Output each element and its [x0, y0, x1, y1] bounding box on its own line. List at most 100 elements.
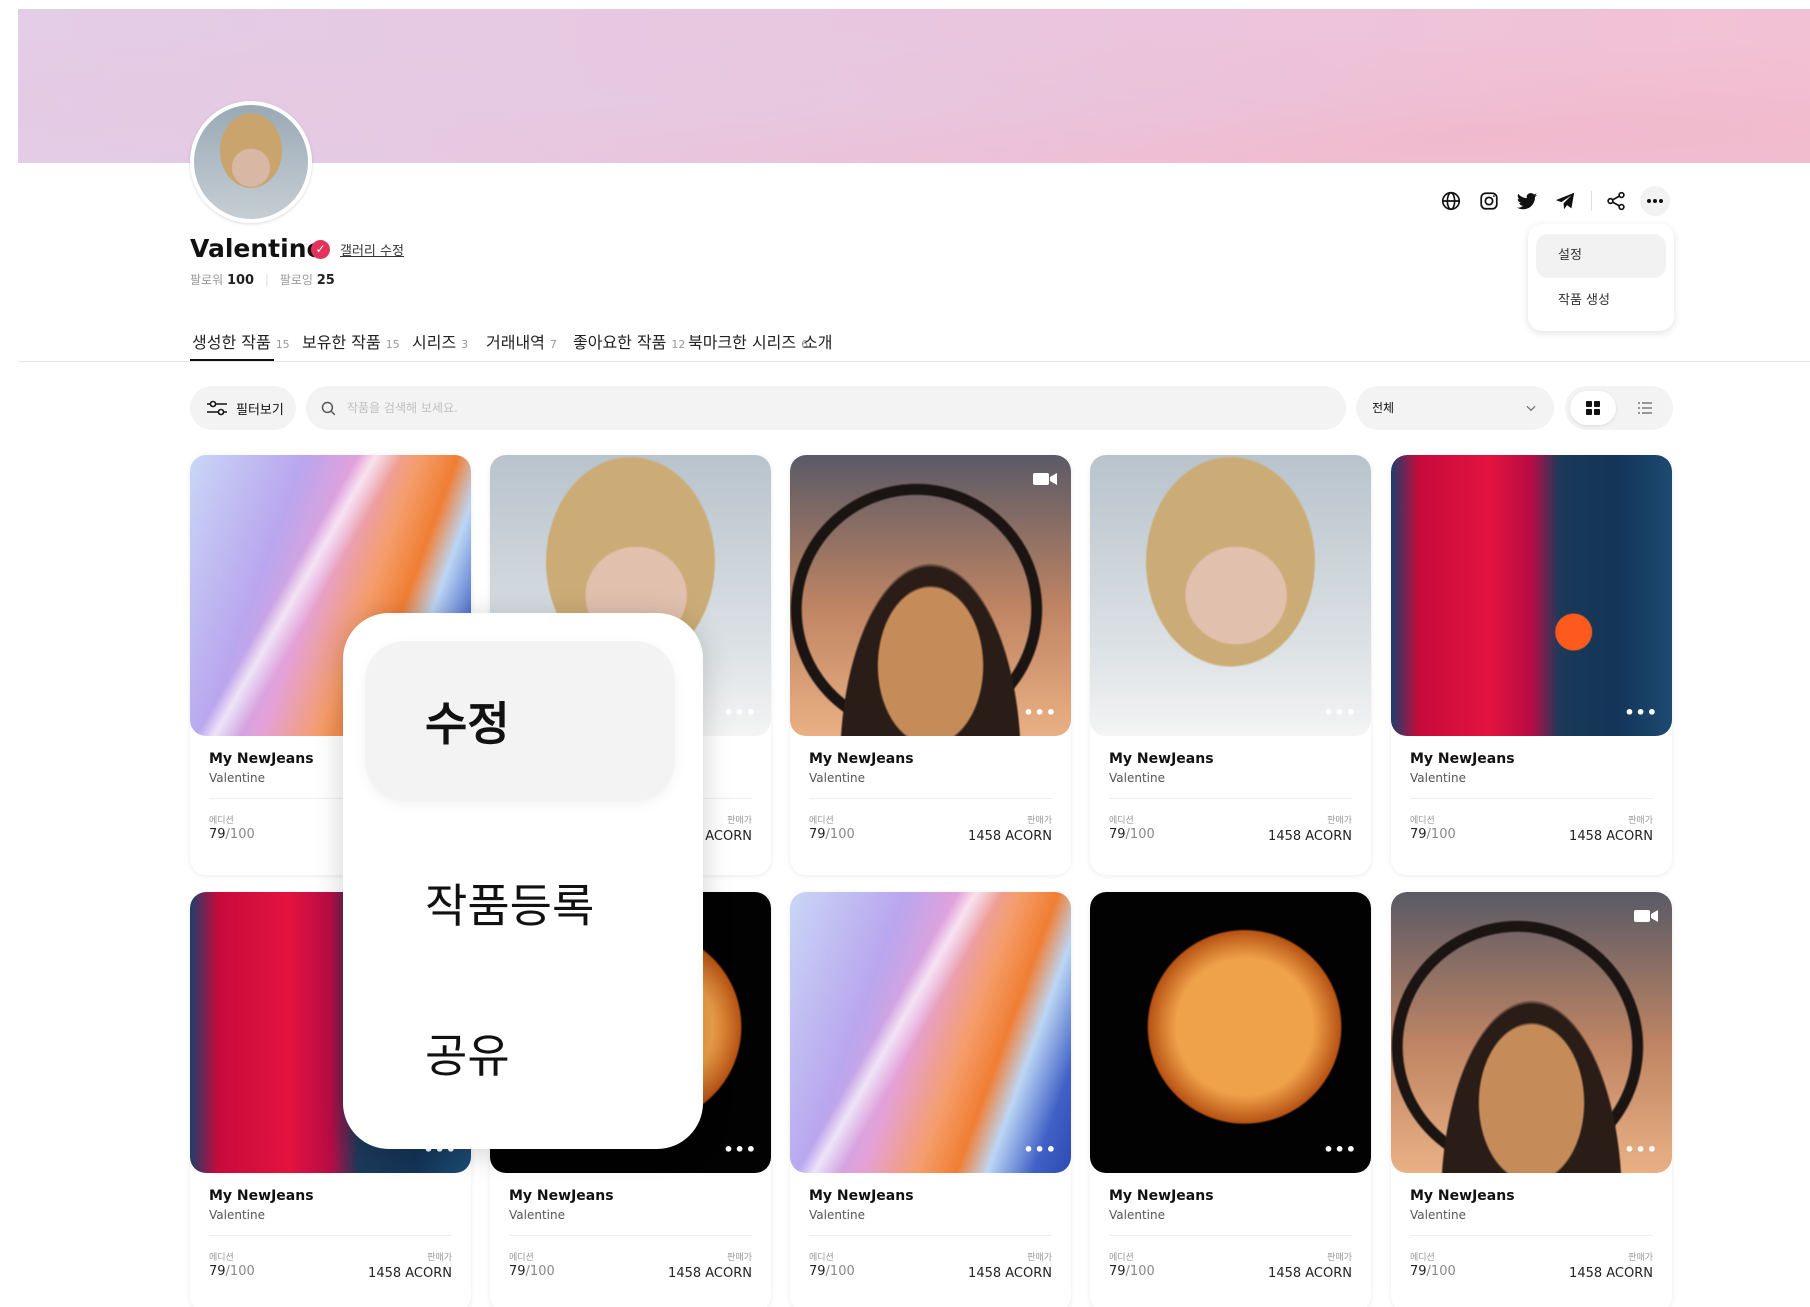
list-view-button[interactable]	[1622, 391, 1668, 425]
grid-view-button[interactable]	[1570, 391, 1616, 425]
artwork-thumbnail[interactable]	[1090, 455, 1371, 736]
following-count[interactable]: 25	[317, 273, 335, 288]
more-icon[interactable]: •••	[1624, 1140, 1658, 1159]
more-icon[interactable]: •••	[723, 1140, 757, 1159]
edition-label: 에디션	[1109, 816, 1134, 826]
profile-name: Valentine	[190, 234, 324, 263]
menu-item-edit[interactable]: 수정	[365, 641, 675, 801]
tab-owned[interactable]: 보유한 작품 15	[302, 329, 400, 353]
artwork-thumbnail[interactable]	[1391, 892, 1672, 1173]
instagram-icon[interactable]	[1474, 186, 1504, 216]
edition-label: 에디션	[209, 816, 234, 826]
artwork-card[interactable]: ••• My NewJeans Valentine 에디션 79/100 판매가…	[790, 892, 1071, 1307]
card-divider	[809, 1235, 1052, 1236]
search-input[interactable]	[347, 401, 1247, 415]
tab-bookmarked-series[interactable]: 북마크한 시리즈 6	[688, 329, 808, 353]
edition-value: 79/100	[209, 827, 255, 842]
tab-label: 시리즈	[412, 333, 457, 352]
followers-count[interactable]: 100	[227, 273, 254, 288]
edition-value: 79/100	[509, 1264, 555, 1279]
artwork-title[interactable]: My NewJeans	[809, 1188, 914, 1204]
menu-item-create-work[interactable]: 작품 생성	[1536, 279, 1666, 323]
card-divider	[509, 1235, 752, 1236]
more-icon[interactable]: •••	[1624, 703, 1658, 722]
tab-series[interactable]: 시리즈 3	[412, 329, 468, 353]
price-value: 1458 ACORN	[668, 1266, 752, 1281]
edit-gallery-link[interactable]: 갤러리 수정	[340, 240, 404, 259]
edition-value: 79/100	[1109, 827, 1155, 842]
artwork-title[interactable]: My NewJeans	[1109, 1188, 1214, 1204]
edition-label: 에디션	[209, 1253, 234, 1263]
artwork-creator[interactable]: Valentine	[1109, 1208, 1165, 1222]
artwork-thumbnail[interactable]	[1391, 455, 1672, 736]
twitter-icon[interactable]	[1512, 186, 1542, 216]
edition-label: 에디션	[1410, 816, 1435, 826]
tab-transactions[interactable]: 거래내역 7	[486, 329, 557, 353]
share-icon[interactable]	[1601, 186, 1631, 216]
edition-value: 79/100	[1410, 827, 1456, 842]
artwork-title[interactable]: My NewJeans	[1410, 751, 1515, 767]
artwork-title[interactable]: My NewJeans	[509, 1188, 614, 1204]
artwork-title[interactable]: My NewJeans	[1109, 751, 1214, 767]
artwork-thumbnail[interactable]	[790, 892, 1071, 1173]
more-icon[interactable]: •••	[1023, 1140, 1057, 1159]
artwork-creator[interactable]: Valentine	[1109, 771, 1165, 785]
card-divider	[209, 1235, 452, 1236]
artwork-title[interactable]: My NewJeans	[1410, 1188, 1515, 1204]
artwork-card[interactable]: ••• My NewJeans Valentine 에디션 79/100 판매가…	[790, 455, 1071, 875]
card-divider	[809, 798, 1052, 799]
artwork-creator[interactable]: Valentine	[209, 1208, 265, 1222]
artwork-card[interactable]: ••• My NewJeans Valentine 에디션 79/100 판매가…	[1391, 455, 1672, 875]
more-icon[interactable]: •••	[723, 703, 757, 722]
artwork-creator[interactable]: Valentine	[1410, 1208, 1466, 1222]
select-value: 전체	[1372, 401, 1395, 415]
more-icon[interactable]	[1640, 186, 1670, 216]
tab-created[interactable]: 생성한 작품 15	[192, 329, 290, 353]
tab-about[interactable]: 소개	[803, 329, 832, 353]
globe-icon[interactable]	[1436, 186, 1466, 216]
edition-total: /100	[225, 827, 255, 842]
category-select[interactable]: 전체	[1356, 386, 1554, 430]
telegram-icon[interactable]	[1550, 186, 1580, 216]
menu-item-settings[interactable]: 설정	[1536, 234, 1666, 278]
more-icon[interactable]: •••	[1323, 1140, 1357, 1159]
social-slot-share	[1601, 186, 1631, 216]
edition-total: /100	[825, 827, 855, 842]
followers-label: 팔로워	[190, 273, 224, 287]
edition-value: 79/100	[1109, 1264, 1155, 1279]
artwork-card[interactable]: ••• My NewJeans Valentine 에디션 79/100 판매가…	[1090, 892, 1371, 1307]
artwork-thumbnail[interactable]	[790, 455, 1071, 736]
edition-value: 79/100	[1410, 1264, 1456, 1279]
artwork-card[interactable]: ••• My NewJeans Valentine 에디션 79/100 판매가…	[1391, 892, 1672, 1307]
artwork-creator[interactable]: Valentine	[1410, 771, 1466, 785]
artwork-card[interactable]: ••• My NewJeans Valentine 에디션 79/100 판매가…	[1090, 455, 1371, 875]
edition-total: /100	[225, 1264, 255, 1279]
artwork-creator[interactable]: Valentine	[809, 1208, 865, 1222]
more-icon[interactable]: •••	[1023, 703, 1057, 722]
edition-number: 79	[209, 827, 226, 842]
price-label: 판매가	[727, 816, 752, 826]
artwork-creator[interactable]: Valentine	[509, 1208, 565, 1222]
artwork-creator[interactable]: Valentine	[809, 771, 865, 785]
artwork-title[interactable]: My NewJeans	[209, 751, 314, 767]
menu-item-share[interactable]: 공유	[365, 973, 675, 1133]
price-value: 1458 ACORN	[1268, 1266, 1352, 1281]
artwork-creator[interactable]: Valentine	[209, 771, 265, 785]
more-icon[interactable]: •••	[1323, 703, 1357, 722]
avatar[interactable]	[190, 101, 312, 223]
tabs-divider	[18, 361, 1810, 362]
tab-count: 3	[461, 338, 469, 351]
social-divider	[1591, 191, 1592, 211]
artwork-thumbnail[interactable]	[1090, 892, 1371, 1173]
profile-more-menu: 설정 작품 생성	[1528, 224, 1674, 331]
menu-item-register-work[interactable]: 작품등록	[365, 823, 675, 983]
tab-label: 거래내역	[486, 333, 545, 352]
tab-liked[interactable]: 좋아요한 작품 12	[573, 329, 685, 353]
price-value: 1458 ACORN	[1569, 1266, 1653, 1281]
tab-count: 15	[385, 338, 400, 351]
price-value: 1458 ACORN	[968, 829, 1052, 844]
tab-label: 좋아요한 작품	[573, 333, 667, 352]
filter-button[interactable]: 필터보기	[190, 386, 296, 430]
artwork-title[interactable]: My NewJeans	[209, 1188, 314, 1204]
artwork-title[interactable]: My NewJeans	[809, 751, 914, 767]
